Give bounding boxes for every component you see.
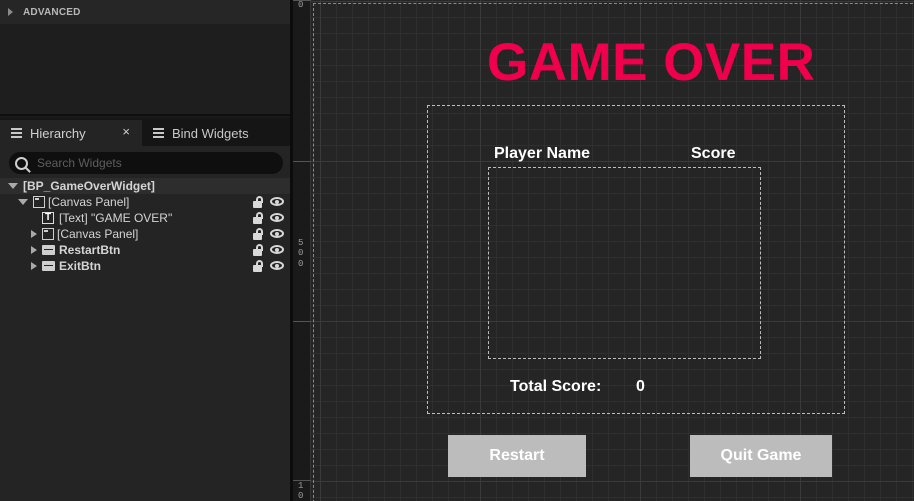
tree-item-canvas-panel[interactable]: [Canvas Panel] (0, 194, 290, 210)
eye-icon[interactable] (270, 213, 284, 222)
tree-item-restart-btn[interactable]: RestartBtn (0, 242, 290, 258)
eye-icon[interactable] (270, 261, 284, 270)
lock-icon[interactable] (252, 212, 264, 224)
eye-icon[interactable] (270, 229, 284, 238)
collapse-arrow-icon[interactable] (18, 199, 28, 205)
tree-item-label: RestartBtn (59, 243, 121, 257)
score-list-outline[interactable] (488, 167, 761, 359)
tab-bind-widgets-label: Bind Widgets (172, 125, 249, 141)
text-widget-icon: T (42, 212, 54, 224)
tab-hierarchy-label: Hierarchy (30, 125, 86, 141)
search-box[interactable] (9, 152, 283, 174)
score-header: Score (691, 145, 736, 162)
advanced-section: ADVANCED (0, 0, 290, 116)
tree-item-label: ExitBtn (59, 259, 101, 273)
canvas-panel-icon (33, 196, 45, 208)
tree-item-label: [Text] "GAME OVER" (59, 211, 173, 225)
ruler-mark: 0 (298, 0, 304, 10)
tree-item-canvas-panel-2[interactable]: [Canvas Panel] (0, 226, 290, 242)
tree-item-label: [BP_GameOverWidget] (23, 179, 155, 193)
close-icon[interactable]: × (122, 124, 130, 139)
hierarchy-panel: [BP_GameOverWidget] [Canvas Panel] T [Te… (0, 146, 290, 501)
lock-icon[interactable] (252, 228, 264, 240)
button-widget-icon (42, 245, 55, 255)
total-score-label: Total Score: (510, 378, 602, 395)
button-widget-icon (42, 261, 55, 271)
vertical-ruler: 0 5 0 0 1 0 (293, 0, 311, 501)
tree-item-label: [Canvas Panel] (48, 195, 130, 209)
expand-arrow-icon[interactable] (31, 262, 37, 270)
designer-canvas[interactable]: GAME OVER Player Name Score Total Score:… (311, 0, 914, 501)
search-icon (15, 156, 28, 170)
left-panel: ADVANCED Hierarchy × Bind Widgets [BP_Ga… (0, 0, 290, 501)
ruler-mark: 0 (298, 259, 304, 269)
ruler-tick (293, 321, 311, 322)
tab-bind-widgets[interactable]: Bind Widgets (144, 120, 290, 146)
eye-icon[interactable] (270, 245, 284, 254)
tree-item-root[interactable]: [BP_GameOverWidget] (0, 178, 290, 194)
ruler-mark: 5 (298, 238, 304, 248)
collapse-arrow-icon[interactable] (8, 183, 18, 189)
list-icon (150, 127, 164, 139)
player-name-header: Player Name (494, 145, 591, 162)
panel-tabs: Hierarchy × Bind Widgets (0, 118, 290, 146)
ruler-mark: 0 (298, 491, 304, 501)
quit-game-button[interactable]: Quit Game (690, 435, 832, 477)
expand-arrow-icon[interactable] (31, 246, 37, 254)
expand-arrow-icon[interactable] (31, 230, 37, 238)
advanced-header[interactable]: ADVANCED (0, 0, 290, 24)
tree-item-label: [Canvas Panel] (57, 227, 139, 241)
tree-item-exit-btn[interactable]: ExitBtn (0, 258, 290, 274)
lock-icon[interactable] (252, 260, 264, 272)
eye-icon[interactable] (270, 197, 284, 206)
ruler-mark: 0 (298, 248, 304, 258)
restart-button[interactable]: Restart (448, 435, 586, 477)
advanced-label: ADVANCED (23, 6, 81, 18)
total-score-value: 0 (636, 378, 645, 395)
lock-icon[interactable] (252, 244, 264, 256)
ruler-mark: 1 (298, 481, 304, 491)
list-icon (8, 127, 22, 139)
game-over-title[interactable]: GAME OVER (487, 32, 815, 93)
expand-arrow-icon (8, 8, 13, 16)
canvas-panel-icon (42, 228, 54, 240)
search-input[interactable] (37, 156, 267, 170)
tab-hierarchy[interactable]: Hierarchy × (0, 120, 142, 146)
lock-icon[interactable] (252, 196, 264, 208)
ruler-tick (293, 161, 311, 162)
tree-item-text-game-over[interactable]: T [Text] "GAME OVER" (0, 210, 290, 226)
